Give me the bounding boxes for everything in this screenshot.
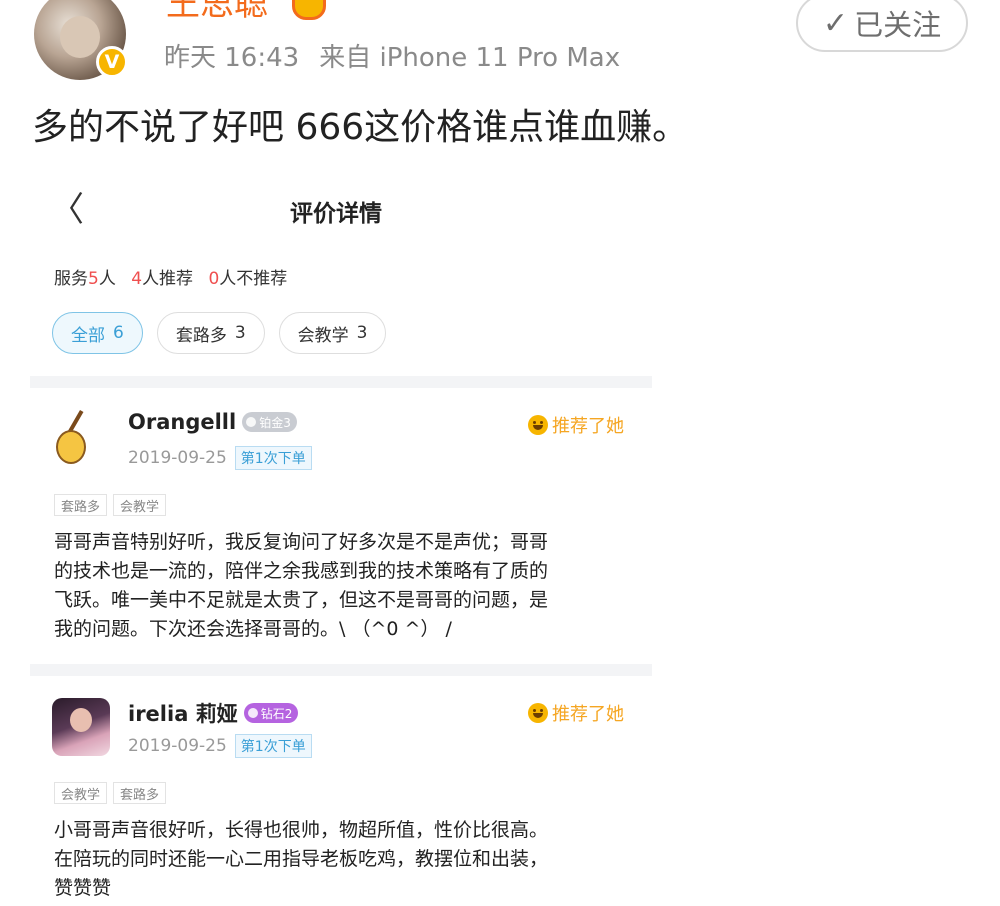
review-date: 2019-09-25 bbox=[128, 736, 227, 756]
section-divider bbox=[30, 376, 652, 388]
service-stats: 服务5人 4人推荐 0人不推荐 bbox=[54, 264, 287, 289]
post-meta: 昨天 16:43 来自 iPhone 11 Pro Max bbox=[164, 40, 620, 76]
review-tag: 会教学 bbox=[113, 494, 167, 516]
chip-label: 全部 bbox=[71, 325, 105, 346]
review-line: 我的问题。下次还会选择哥哥的。\ （^0 ^） / bbox=[54, 618, 452, 640]
chip-count: 3 bbox=[234, 323, 246, 343]
recommend-status: 推荐了她 bbox=[528, 412, 624, 438]
filter-chips: 全部 6 套路多 3 会教学 3 bbox=[52, 312, 387, 354]
order-count-tag: 第1次下单 bbox=[234, 734, 312, 758]
post-username[interactable]: 王思聪 bbox=[166, 0, 268, 24]
recommend-label: 推荐了她 bbox=[552, 416, 624, 437]
review-date-row: 2019-09-25 第1次下单 bbox=[128, 446, 312, 470]
post-text: 多的不说了好吧 666这价格谁点谁血赚。 bbox=[32, 107, 689, 148]
review-line: 赞赞赞 bbox=[54, 877, 112, 899]
not-recommend-count: 0 bbox=[208, 269, 220, 289]
post-source: 来自 iPhone 11 Pro Max bbox=[319, 43, 621, 73]
review-tag: 会教学 bbox=[54, 782, 108, 804]
recommend-status: 推荐了她 bbox=[528, 700, 624, 726]
follow-label: 已关注 bbox=[854, 8, 942, 42]
filter-chip-teaching[interactable]: 会教学 3 bbox=[278, 312, 387, 354]
vip-crown-icon bbox=[292, 0, 326, 20]
review-text: 小哥哥声音很好听，长得也很帅，物超所值，性价比很高。 在陪玩的同时还能一心二用指… bbox=[54, 816, 634, 903]
level-badge: 钻石2 bbox=[243, 703, 299, 723]
section-divider bbox=[30, 664, 652, 676]
reviewer-name[interactable]: irelia 莉娅 bbox=[128, 698, 238, 728]
reviewer-avatar[interactable] bbox=[52, 410, 110, 468]
review-line: 哥哥声音特别好听，我反复询问了好多次是不是声优；哥哥 bbox=[54, 531, 549, 553]
review-line: 飞跃。唯一美中不足就是太贵了，但这不是哥哥的问题，是 bbox=[54, 589, 549, 611]
served-unit: 人 bbox=[98, 269, 116, 289]
chip-label: 套路多 bbox=[175, 325, 227, 346]
filter-chip-all[interactable]: 全部 6 bbox=[52, 312, 143, 354]
reviewer-name-row: Orangelll 铂金3 bbox=[128, 410, 297, 434]
avatar-figure bbox=[56, 430, 86, 464]
order-count-tag: 第1次下单 bbox=[234, 446, 312, 470]
smile-icon bbox=[528, 703, 548, 723]
review-line: 的技术也是一流的，陪伴之余我感到我的技术策略有了质的 bbox=[54, 560, 549, 582]
review-tags: 会教学 套路多 bbox=[54, 782, 167, 804]
not-recommend-label: 人不推荐 bbox=[219, 269, 288, 289]
embedded-screenshot[interactable]: 〈 评价详情 服务5人 4人推荐 0人不推荐 全部 6 套路多 3 会教学 3 Ora… bbox=[30, 180, 652, 906]
level-badge-label: 钻石2 bbox=[260, 706, 293, 721]
back-arrow-icon[interactable]: 〈 bbox=[50, 192, 84, 228]
follow-button[interactable]: ✓ 已关注 bbox=[796, 0, 968, 52]
recommend-label: 人推荐 bbox=[142, 269, 194, 289]
reviewer-name-row: irelia 莉娅 钻石2 bbox=[128, 698, 299, 728]
post-time: 昨天 16:43 bbox=[164, 43, 300, 73]
review-tag: 套路多 bbox=[54, 494, 108, 516]
review-tag: 套路多 bbox=[113, 782, 167, 804]
served-label: 服务 bbox=[54, 269, 88, 289]
recommend-count: 4 bbox=[131, 269, 143, 289]
recommend-label: 推荐了她 bbox=[552, 704, 624, 725]
chip-count: 3 bbox=[356, 323, 368, 343]
avatar-figure bbox=[70, 708, 92, 732]
reviewer-name[interactable]: Orangelll bbox=[128, 410, 236, 434]
review-line: 在陪玩的同时还能一心二用指导老板吃鸡，教摆位和出装， bbox=[54, 848, 549, 870]
served-count: 5 bbox=[88, 269, 99, 289]
review-date: 2019-09-25 bbox=[128, 448, 227, 468]
smile-icon bbox=[528, 415, 548, 435]
review-line: 小哥哥声音很好听，长得也很帅，物超所值，性价比很高。 bbox=[54, 819, 549, 841]
review-date-row: 2019-09-25 第1次下单 bbox=[128, 734, 312, 758]
avatar-face bbox=[60, 16, 100, 58]
chip-label: 会教学 bbox=[297, 325, 349, 346]
filter-chip-taolu[interactable]: 套路多 3 bbox=[156, 312, 265, 354]
level-badge-label: 铂金3 bbox=[259, 415, 291, 430]
reviewer-avatar[interactable] bbox=[52, 698, 110, 756]
level-badge: 铂金3 bbox=[242, 412, 297, 432]
chip-count: 6 bbox=[113, 323, 124, 343]
platinum-badge-icon bbox=[246, 417, 257, 427]
page-title: 评价详情 bbox=[290, 201, 382, 227]
verified-v-icon: V bbox=[96, 46, 128, 78]
diamond-badge-icon bbox=[247, 708, 258, 718]
review-text: 哥哥声音特别好听，我反复询问了好多次是不是声优；哥哥 的技术也是一流的，陪伴之余… bbox=[54, 528, 634, 644]
check-icon: ✓ bbox=[822, 5, 849, 41]
review-tags: 套路多 会教学 bbox=[54, 494, 167, 516]
